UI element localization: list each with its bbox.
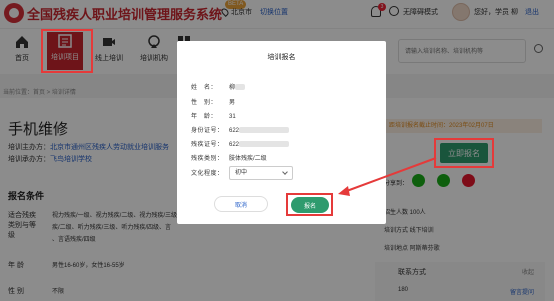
annotation-arrow-icon xyxy=(338,157,437,196)
page: 全国残疾人职业培训管理服务系统 BETA 北京市 切换位置 3 无障碍模式 您好… xyxy=(0,0,554,301)
